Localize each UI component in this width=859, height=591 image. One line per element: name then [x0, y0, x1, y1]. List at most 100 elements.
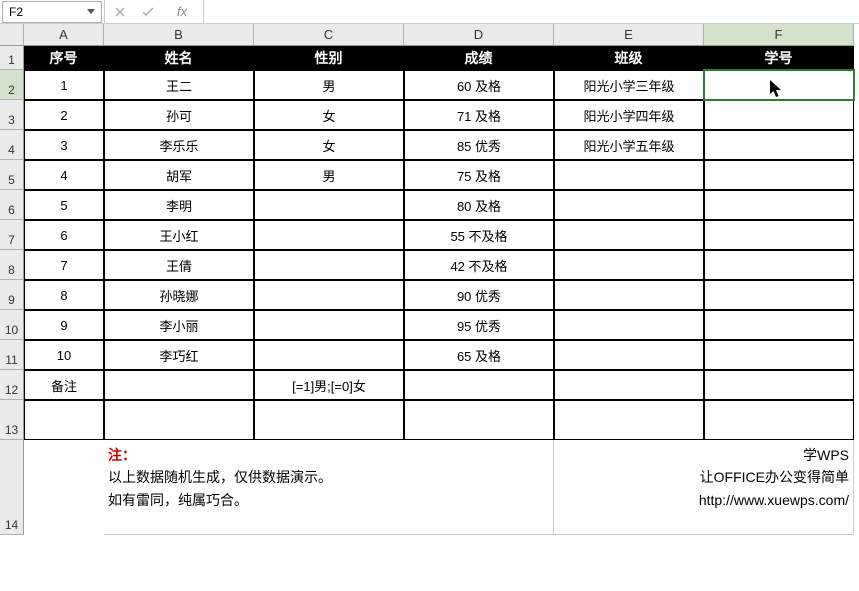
table-row[interactable] — [554, 370, 704, 400]
table-row[interactable] — [704, 100, 854, 130]
table-row[interactable]: 李明 — [104, 190, 254, 220]
table-row[interactable] — [704, 340, 854, 370]
row-header-2[interactable]: 2 — [0, 70, 24, 100]
cancel-icon[interactable] — [113, 5, 127, 19]
table-row[interactable] — [554, 220, 704, 250]
row-header-6[interactable]: 6 — [0, 190, 24, 220]
row-header-9[interactable]: 9 — [0, 280, 24, 310]
column-header-B[interactable]: B — [104, 24, 254, 46]
table-row[interactable] — [554, 190, 704, 220]
table-row[interactable] — [404, 370, 554, 400]
table-row[interactable]: 孙可 — [104, 100, 254, 130]
table-row[interactable] — [554, 160, 704, 190]
table-row[interactable] — [254, 340, 404, 370]
table-row[interactable]: 5 — [24, 190, 104, 220]
table-row[interactable]: 男 — [254, 70, 404, 100]
table-row[interactable] — [704, 160, 854, 190]
table-row[interactable]: 10 — [24, 340, 104, 370]
table-row[interactable]: 60 及格 — [404, 70, 554, 100]
credits-block[interactable]: 学WPS让OFFICE办公变得简单http://www.xuewps.com/ — [554, 440, 854, 535]
row-header-7[interactable]: 7 — [0, 220, 24, 250]
table-row[interactable]: 李巧红 — [104, 340, 254, 370]
table-row[interactable] — [704, 190, 854, 220]
row-header-14[interactable]: 14 — [0, 440, 24, 535]
table-row[interactable] — [554, 340, 704, 370]
note-block[interactable]: 注：以上数据随机生成，仅供数据演示。如有雷同，纯属巧合。 — [104, 440, 554, 535]
table-row[interactable]: 女 — [254, 130, 404, 160]
table-row[interactable] — [254, 310, 404, 340]
table-row[interactable] — [254, 400, 404, 440]
formula-input[interactable] — [204, 0, 859, 23]
table-row[interactable] — [554, 310, 704, 340]
remark-formula[interactable]: [=1]男;[=0]女 — [254, 370, 404, 400]
table-row[interactable] — [704, 130, 854, 160]
row-header-12[interactable]: 12 — [0, 370, 24, 400]
table-row[interactable]: 71 及格 — [404, 100, 554, 130]
table-row[interactable] — [254, 220, 404, 250]
row-header-8[interactable]: 8 — [0, 250, 24, 280]
fx-icon[interactable]: fx — [169, 4, 195, 19]
table-row[interactable]: 王二 — [104, 70, 254, 100]
table-row[interactable] — [24, 400, 104, 440]
table-row[interactable]: 胡军 — [104, 160, 254, 190]
column-header-F[interactable]: F — [704, 24, 854, 46]
table-row[interactable] — [404, 400, 554, 440]
chevron-down-icon[interactable] — [87, 9, 95, 14]
table-row[interactable] — [704, 280, 854, 310]
remark-label[interactable]: 备注 — [24, 370, 104, 400]
confirm-icon[interactable] — [141, 5, 155, 19]
table-row[interactable]: 3 — [24, 130, 104, 160]
table-row[interactable] — [704, 400, 854, 440]
table-row[interactable]: 65 及格 — [404, 340, 554, 370]
row-header-3[interactable]: 3 — [0, 100, 24, 130]
column-header-E[interactable]: E — [554, 24, 704, 46]
table-row[interactable]: 阳光小学三年级 — [554, 70, 704, 100]
table-row[interactable]: 李小丽 — [104, 310, 254, 340]
table-header-cell[interactable]: 班级 — [554, 46, 704, 70]
column-header-C[interactable]: C — [254, 24, 404, 46]
table-row[interactable]: 2 — [24, 100, 104, 130]
row-header-1[interactable]: 1 — [0, 46, 24, 70]
table-row[interactable]: 42 不及格 — [404, 250, 554, 280]
row-header-10[interactable]: 10 — [0, 310, 24, 340]
table-row[interactable]: 李乐乐 — [104, 130, 254, 160]
column-header-A[interactable]: A — [24, 24, 104, 46]
table-row[interactable]: 7 — [24, 250, 104, 280]
table-row[interactable]: 4 — [24, 160, 104, 190]
table-row[interactable] — [254, 190, 404, 220]
table-row[interactable] — [704, 370, 854, 400]
table-row[interactable] — [554, 280, 704, 310]
row-header-11[interactable]: 11 — [0, 340, 24, 370]
table-row[interactable]: 80 及格 — [404, 190, 554, 220]
table-row[interactable]: 1 — [24, 70, 104, 100]
table-header-cell[interactable]: 序号 — [24, 46, 104, 70]
table-row[interactable]: 男 — [254, 160, 404, 190]
table-row[interactable] — [704, 70, 854, 100]
column-header-D[interactable]: D — [404, 24, 554, 46]
row-header-4[interactable]: 4 — [0, 130, 24, 160]
table-row[interactable]: 女 — [254, 100, 404, 130]
table-row[interactable]: 6 — [24, 220, 104, 250]
table-row[interactable]: 8 — [24, 280, 104, 310]
row-header-5[interactable]: 5 — [0, 160, 24, 190]
table-row[interactable] — [554, 250, 704, 280]
select-all-corner[interactable] — [0, 24, 24, 46]
table-row[interactable] — [104, 370, 254, 400]
table-row[interactable]: 55 不及格 — [404, 220, 554, 250]
table-row[interactable] — [554, 400, 704, 440]
table-row[interactable]: 孙晓娜 — [104, 280, 254, 310]
table-row[interactable]: 王倩 — [104, 250, 254, 280]
table-row[interactable] — [104, 400, 254, 440]
table-row[interactable]: 75 及格 — [404, 160, 554, 190]
table-header-cell[interactable]: 性别 — [254, 46, 404, 70]
spreadsheet-grid[interactable]: 序号姓名性别成绩班级学号1王二男60 及格阳光小学三年级2孙可女71 及格阳光小… — [24, 46, 854, 535]
table-row[interactable]: 阳光小学五年级 — [554, 130, 704, 160]
table-header-cell[interactable]: 成绩 — [404, 46, 554, 70]
table-header-cell[interactable]: 学号 — [704, 46, 854, 70]
row-header-13[interactable]: 13 — [0, 400, 24, 440]
table-row[interactable]: 阳光小学四年级 — [554, 100, 704, 130]
table-row[interactable]: 85 优秀 — [404, 130, 554, 160]
table-row[interactable] — [254, 280, 404, 310]
table-row[interactable] — [704, 220, 854, 250]
name-box[interactable]: F2 — [2, 1, 102, 23]
